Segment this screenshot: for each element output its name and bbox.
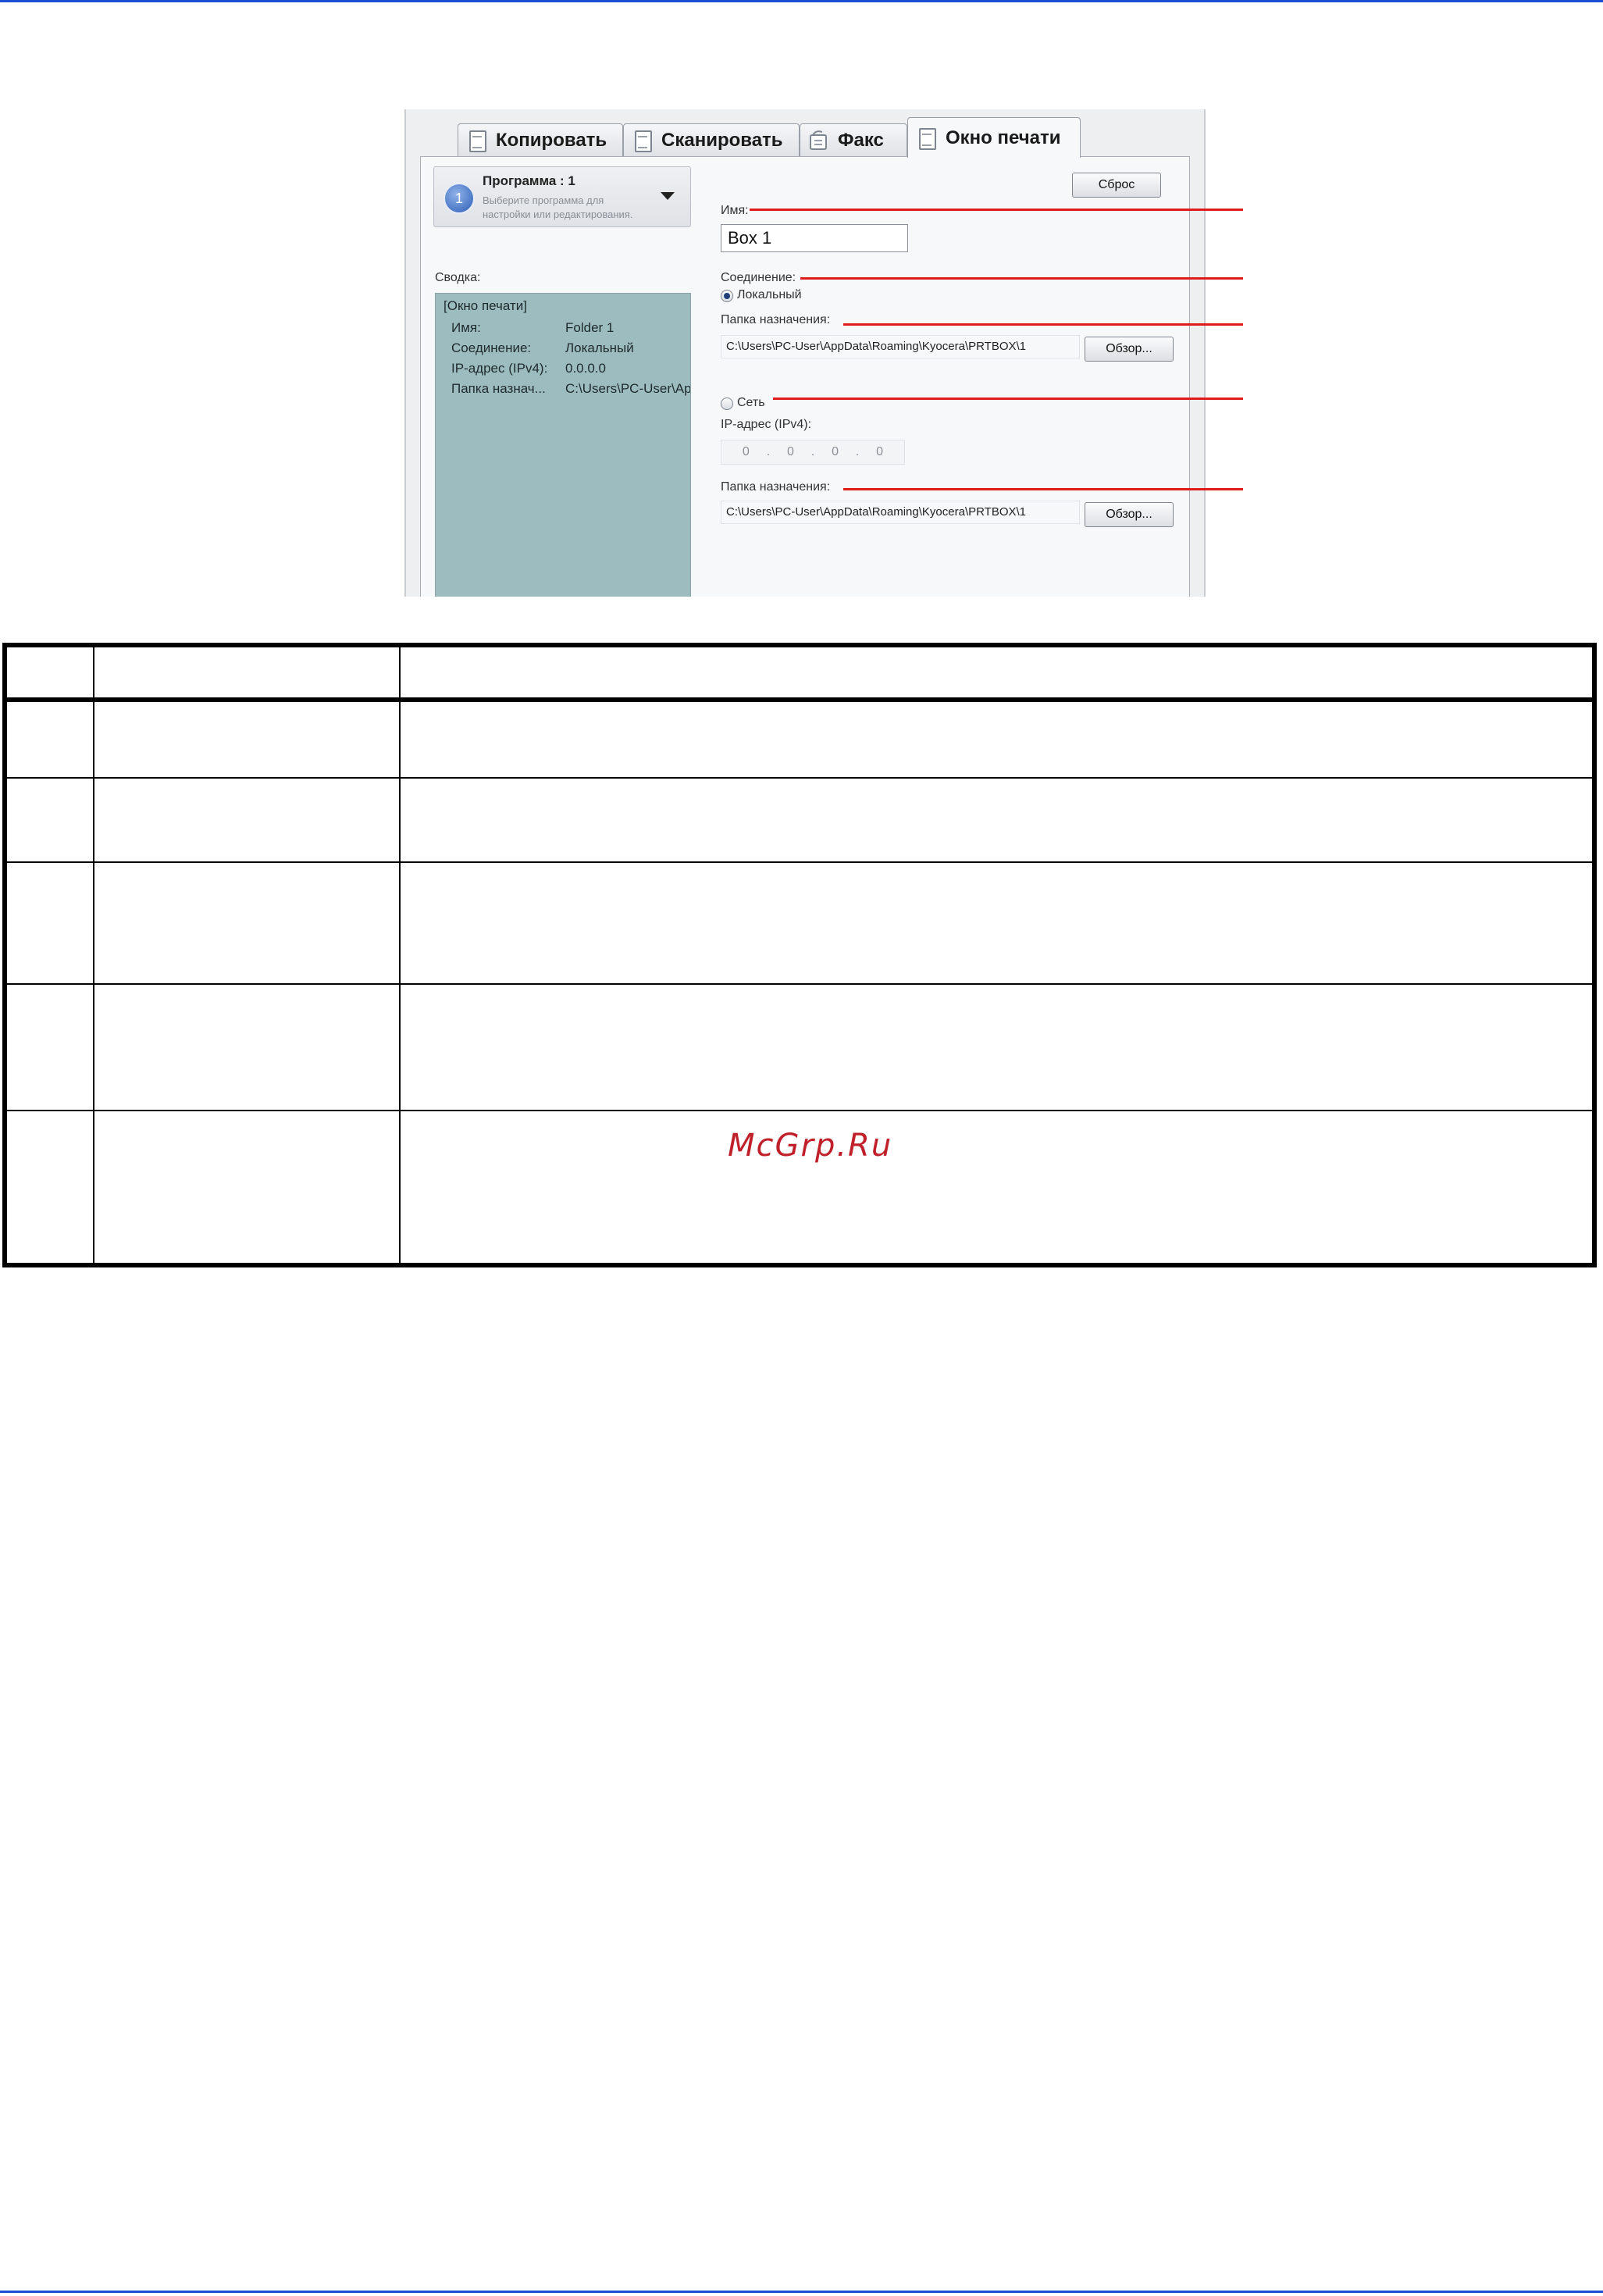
destination-folder-field[interactable]: C:\Users\PC-User\AppData\Roaming\Kyocera… bbox=[721, 501, 1080, 524]
summary-key: Папка назнач... bbox=[451, 381, 546, 396]
summary-heading: [Окно печати] bbox=[443, 298, 527, 313]
summary-value: C:\Users\PC-User\Ap bbox=[565, 381, 691, 396]
bottom-rule bbox=[0, 2291, 1603, 2293]
callout-line bbox=[800, 277, 1243, 280]
summary-value: Folder 1 bbox=[565, 320, 614, 335]
ip-separator: . bbox=[855, 445, 860, 458]
tab-scan[interactable]: Сканировать bbox=[623, 123, 800, 156]
program-title: Программа : 1 bbox=[483, 173, 575, 188]
table-row-divider bbox=[7, 861, 1592, 863]
destination-folder-field[interactable]: C:\Users\PC-User\AppData\Roaming\Kyocera… bbox=[721, 335, 1080, 358]
callout-line bbox=[843, 323, 1243, 326]
print-box-dialog-screenshot: Копировать Сканировать Факс Окно печати … bbox=[404, 109, 1206, 597]
summary-panel: [Окно печати] Имя: Folder 1 Соединение: Ло… bbox=[435, 293, 691, 597]
summary-row: IP-адрес (IPv4): 0.0.0.0 bbox=[451, 361, 606, 376]
chevron-down-icon[interactable] bbox=[661, 192, 675, 200]
tab-copy-label: Копировать bbox=[496, 129, 607, 151]
callout-line bbox=[843, 488, 1243, 490]
program-number-badge: 1 bbox=[443, 183, 475, 214]
top-rule bbox=[0, 0, 1603, 2]
summary-value: Локальный bbox=[565, 340, 634, 355]
tab-fax[interactable]: Факс bbox=[800, 123, 907, 156]
tab-copy[interactable]: Копировать bbox=[458, 123, 623, 156]
table-row-divider bbox=[7, 983, 1592, 985]
destination-folder-label: Папка назначения: bbox=[721, 480, 831, 494]
summary-row: Соединение: Локальный bbox=[451, 340, 634, 356]
watermark-text: McGrp.Ru bbox=[728, 1128, 893, 1164]
ip-address-label: IP-адрес (IPv4): bbox=[721, 418, 812, 431]
summary-value: 0.0.0.0 bbox=[565, 361, 606, 376]
ip-octet: 0 bbox=[742, 445, 750, 458]
name-label: Имя: bbox=[721, 204, 749, 217]
summary-key: Соединение: bbox=[451, 340, 532, 355]
table-column-divider bbox=[93, 647, 94, 1263]
browse-button[interactable]: Обзор... bbox=[1085, 502, 1174, 527]
ip-separator: . bbox=[766, 445, 771, 458]
destination-folder-label: Папка назначения: bbox=[721, 313, 831, 326]
program-selector[interactable]: 1 Программа : 1 Выберите программа для н… bbox=[433, 166, 691, 227]
tab-strip: Копировать Сканировать Факс Окно печати bbox=[406, 109, 1204, 158]
network-radio-label: Сеть bbox=[737, 396, 765, 409]
ip-separator: . bbox=[810, 445, 815, 458]
local-radio[interactable] bbox=[721, 290, 733, 302]
connection-label: Соединение: bbox=[721, 271, 796, 284]
network-radio[interactable] bbox=[721, 398, 733, 410]
tab-print-box[interactable]: Окно печати bbox=[907, 117, 1081, 158]
browse-button[interactable]: Обзор... bbox=[1085, 337, 1174, 362]
table-row-divider bbox=[7, 1110, 1592, 1111]
document-icon bbox=[466, 129, 488, 152]
callout-line bbox=[750, 209, 1243, 211]
program-hint: Выберите программа для настройки или ред… bbox=[483, 194, 633, 220]
summary-row: Папка назнач... C:\Users\PC-User\Ap bbox=[451, 381, 691, 397]
name-input[interactable]: Box 1 bbox=[721, 224, 908, 252]
document-icon bbox=[916, 127, 938, 150]
summary-label: Сводка: bbox=[435, 271, 481, 284]
document-icon bbox=[632, 129, 654, 152]
tab-fax-label: Факс bbox=[838, 129, 884, 151]
tab-print-box-label: Окно печати bbox=[946, 127, 1061, 148]
ip-address-field[interactable]: 0 . 0 . 0 . 0 bbox=[721, 440, 905, 465]
reset-button[interactable]: Сброс bbox=[1072, 173, 1161, 198]
tab-panel: 1 Программа : 1 Выберите программа для н… bbox=[420, 156, 1190, 597]
summary-row: Имя: Folder 1 bbox=[451, 320, 614, 336]
ip-octet: 0 bbox=[787, 445, 794, 458]
table-row-divider bbox=[7, 697, 1592, 702]
description-table bbox=[2, 643, 1597, 1267]
fax-icon bbox=[808, 129, 830, 152]
table-row-divider bbox=[7, 777, 1592, 779]
ip-octet: 0 bbox=[876, 445, 884, 458]
callout-line bbox=[773, 398, 1243, 400]
ip-octet: 0 bbox=[832, 445, 839, 458]
summary-key: Имя: bbox=[451, 320, 481, 335]
local-radio-label: Локальный bbox=[737, 288, 802, 301]
table-column-divider bbox=[399, 647, 401, 1263]
tab-scan-label: Сканировать bbox=[661, 129, 783, 151]
summary-key: IP-адрес (IPv4): bbox=[451, 361, 548, 376]
